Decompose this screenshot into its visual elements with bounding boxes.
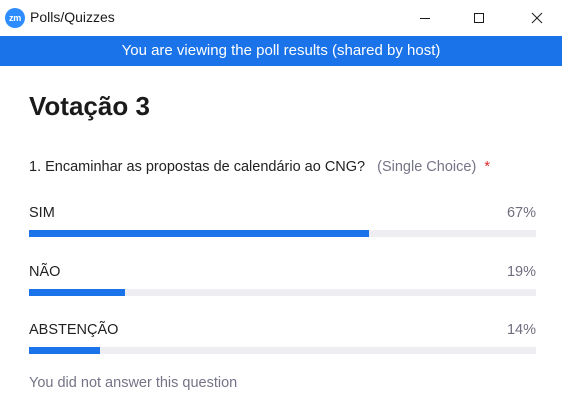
answer-option-sim: SIM 67% [29,205,536,255]
close-button[interactable] [514,0,560,36]
minimize-button[interactable] [402,0,448,36]
result-bar-track [29,347,536,354]
window-title: Polls/Quizzes [30,9,115,25]
option-label: ABSTENÇÃO [29,322,119,338]
polls-window: zm Polls/Quizzes You are viewing the pol… [0,0,562,419]
zoom-app-icon: zm [5,8,25,28]
answer-option-abstencao: ABSTENÇÃO 14% [29,322,536,372]
result-bar-track [29,230,536,237]
answer-option-nao: NÃO 19% [29,264,536,314]
result-bar-track [29,289,536,296]
option-percent: 19% [506,264,536,280]
option-label: NÃO [29,264,61,280]
poll-title: Votação 3 [29,91,150,121]
close-icon [531,12,543,24]
shared-results-banner: You are viewing the poll results (shared… [0,36,562,66]
question-text: 1. Encaminhar as propostas de calendário… [29,159,366,175]
required-mark: * [484,159,490,175]
question-type: (Single Choice) [377,159,477,175]
result-bar-fill [29,289,126,296]
option-label: SIM [29,205,55,221]
minimize-icon [420,18,430,19]
maximize-icon [474,13,484,23]
maximize-button[interactable] [456,0,502,36]
result-bar-fill [29,347,100,354]
result-bar-fill [29,230,369,237]
answer-status-note: You did not answer this question [29,375,238,391]
option-percent: 67% [506,205,536,221]
option-percent: 14% [506,322,536,338]
question: 1. Encaminhar as propostas de calendário… [29,159,490,175]
title-bar[interactable]: zm Polls/Quizzes [0,0,562,36]
